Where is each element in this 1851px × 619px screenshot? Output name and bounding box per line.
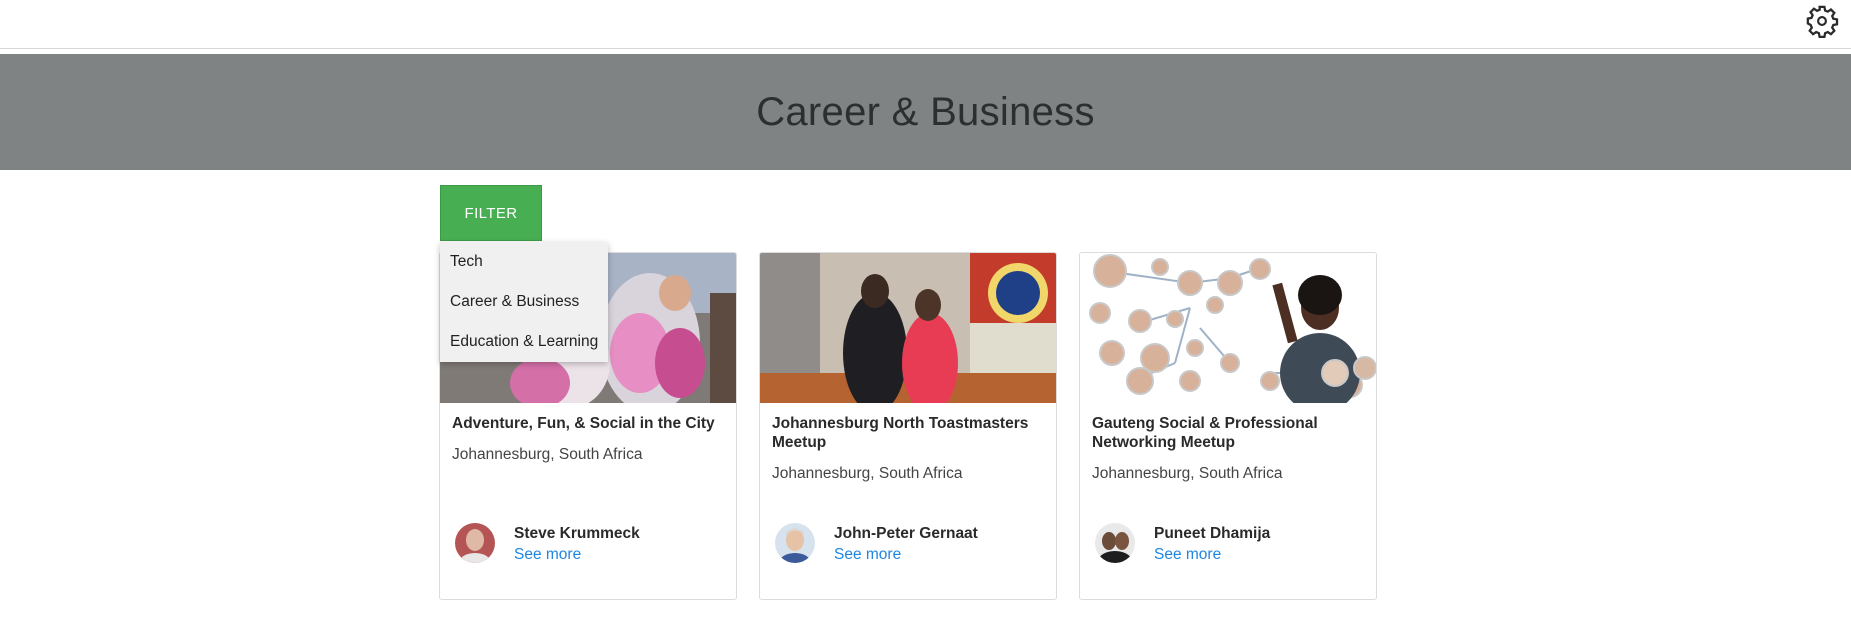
group-title[interactable]: Gauteng Social & Professional Networking…: [1092, 414, 1367, 452]
filter-option-career-business[interactable]: Career & Business: [440, 282, 608, 322]
group-location: Johannesburg, South Africa: [772, 465, 963, 482]
host-name: John-Peter Gernaat: [834, 525, 978, 542]
host-avatar: [1095, 523, 1135, 563]
host-avatar: [455, 523, 495, 563]
group-photo: [1080, 253, 1376, 403]
filter-dropdown: Tech Career & Business Education & Learn…: [440, 242, 608, 362]
group-photo: [760, 253, 1056, 403]
page-title: Career & Business: [756, 89, 1095, 134]
group-location: Johannesburg, South Africa: [452, 446, 643, 463]
host-avatar: [775, 523, 815, 563]
gear-icon[interactable]: [1805, 4, 1839, 38]
group-card[interactable]: Gauteng Social & Professional Networking…: [1079, 252, 1377, 600]
host-name: Steve Krummeck: [514, 525, 640, 542]
group-title[interactable]: Adventure, Fun, & Social in the City: [452, 414, 727, 433]
see-more-link[interactable]: See more: [514, 546, 581, 564]
see-more-link[interactable]: See more: [834, 546, 901, 564]
group-title[interactable]: Johannesburg North Toastmasters Meetup: [772, 414, 1047, 452]
see-more-link[interactable]: See more: [1154, 546, 1221, 564]
filter-option-tech[interactable]: Tech: [440, 242, 608, 282]
group-location: Johannesburg, South Africa: [1092, 465, 1283, 482]
category-banner: Career & Business: [0, 54, 1851, 170]
group-card[interactable]: Johannesburg North Toastmasters Meetup J…: [759, 252, 1057, 600]
top-bar: [0, 0, 1851, 49]
filter-button[interactable]: FILTER: [440, 185, 542, 241]
host-name: Puneet Dhamija: [1154, 525, 1271, 542]
filter-option-education-learning[interactable]: Education & Learning: [440, 322, 608, 362]
